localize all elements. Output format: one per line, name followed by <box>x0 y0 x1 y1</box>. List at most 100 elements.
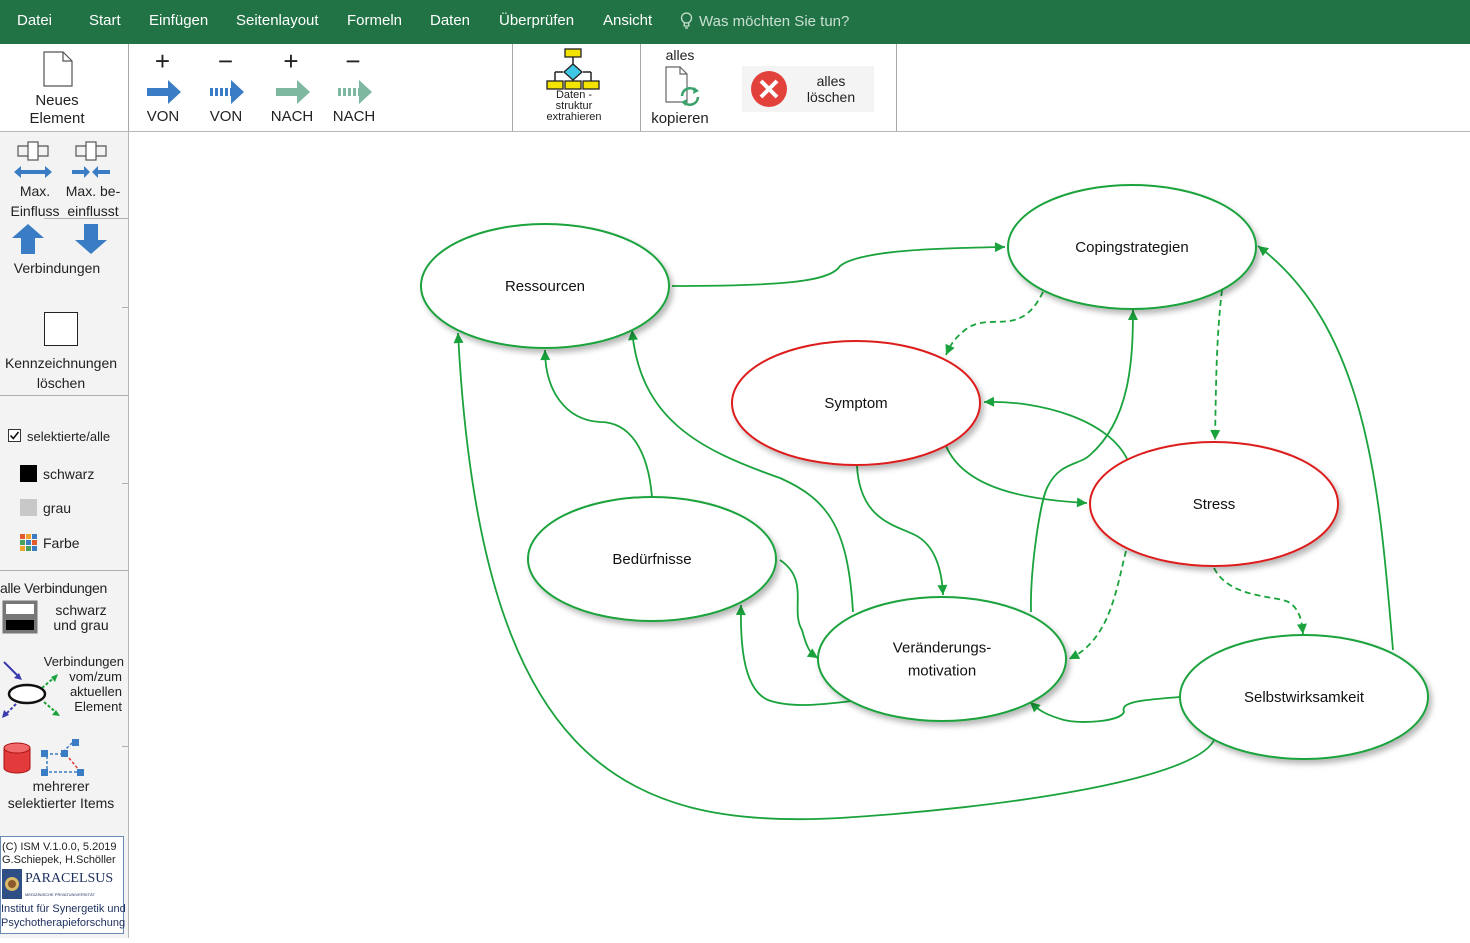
new-element-button[interactable]: Neues Element <box>0 44 128 131</box>
checkbox-checked-icon <box>8 429 21 442</box>
sidebar-separator <box>0 570 128 571</box>
multi-select-button[interactable]: mehrerer selektierter Items <box>0 736 126 812</box>
menu-ansicht[interactable]: Ansicht <box>603 12 652 29</box>
edge-arrowhead <box>1127 310 1138 321</box>
node-label: Copingstrategien <box>1075 239 1188 256</box>
institute-line-2: Psychotherapieforschung <box>1 917 126 929</box>
node-label: Selbstwirksamkeit <box>1244 689 1365 706</box>
menu-ueberpruefen[interactable]: Überprüfen <box>499 12 574 29</box>
node-symptom[interactable]: Symptom <box>731 340 981 466</box>
remove-incoming-button[interactable]: − VON <box>203 48 251 128</box>
current-element-connections-button[interactable]: Verbindungen vom/zum aktuellen Element <box>0 652 126 722</box>
von-label: VON <box>146 108 180 125</box>
edge-copingstrategien-to-symptom[interactable] <box>945 291 1044 356</box>
ribbon-separator <box>896 44 897 131</box>
add-outgoing-button[interactable]: + NACH <box>266 48 318 128</box>
node-copingstrategien[interactable]: Copingstrategien <box>1007 184 1257 310</box>
connections-up-button[interactable] <box>10 222 46 256</box>
sidebar-separator <box>44 218 128 219</box>
institute-line-1: Institut für Synergetik und <box>1 903 126 915</box>
add-incoming-button[interactable]: + VON <box>140 48 188 128</box>
selected-all-checkbox[interactable]: selektierte/alle <box>8 427 126 445</box>
edge-arrowhead <box>1297 623 1307 634</box>
menu-formeln[interactable]: Formeln <box>347 12 402 29</box>
edge-arrowhead <box>453 333 464 344</box>
arrow-right-green-dashed-icon <box>338 80 372 104</box>
new-element-label-1: Neues <box>35 92 79 109</box>
tell-me-text: Was möchten Sie tun? <box>699 13 850 30</box>
minus-sign: − <box>345 46 361 76</box>
edge-selbstwirksamkeit-to-copingstrategien[interactable] <box>1257 245 1394 651</box>
edge-symptom-to-stress[interactable] <box>945 445 1088 504</box>
black-gray-label-2: und grau <box>53 617 109 633</box>
max-influenced-button[interactable]: Max. be- einflusst <box>62 138 124 220</box>
edge-arrowhead <box>1030 702 1041 713</box>
max-influence-icon <box>14 141 52 178</box>
sidebar-separator <box>122 307 128 308</box>
color-multi-option[interactable]: Farbe <box>20 534 120 554</box>
delete-all-label-1: alles <box>816 73 846 89</box>
max-influenced-label-1: Max. be- <box>65 183 121 199</box>
current-element-label-4: Element <box>74 699 122 714</box>
remove-outgoing-button[interactable]: − NACH <box>328 48 380 128</box>
edge-stress-to-selbstwirksamkeit[interactable] <box>1213 567 1304 635</box>
arrow-down-icon <box>75 224 107 254</box>
edge-beduerfnisse-to-ressourcen[interactable] <box>544 349 653 498</box>
plus-sign: + <box>283 46 299 76</box>
edge-arrowhead <box>994 242 1005 253</box>
nach-label: NACH <box>332 108 376 125</box>
edge-veraenderungsmotivation-to-copingstrategien[interactable] <box>1030 309 1134 613</box>
nach-label: NACH <box>270 108 314 125</box>
sidebar: Max. Einfluss Max. be- einflusst Verbind… <box>0 132 129 938</box>
tell-me-search[interactable]: Was möchten Sie tun? <box>680 12 849 30</box>
minus-sign: − <box>217 46 234 76</box>
black-gray-button[interactable]: schwarz und grau <box>2 600 124 636</box>
node-label: Stress <box>1193 496 1236 513</box>
connections-down-button[interactable] <box>73 222 109 256</box>
edge-stress-to-veraenderungsmotivation[interactable] <box>1068 550 1127 660</box>
university-seal-icon <box>2 869 22 899</box>
edge-arrowhead <box>1069 649 1081 659</box>
logo-name: PARACELSUS <box>25 871 114 886</box>
edge-ressourcen-to-copingstrategien[interactable] <box>671 246 1006 287</box>
menu-start[interactable]: Start <box>89 12 121 29</box>
node-ressourcen[interactable]: Ressourcen <box>420 223 670 349</box>
credits-box: (C) ISM V.1.0.0, 5.2019 G.Schiepek, H.Sc… <box>0 836 126 934</box>
menu-datei[interactable]: Datei <box>17 12 52 29</box>
multi-select-label-1: mehrerer <box>32 778 90 794</box>
node-veraenderungsmotivation[interactable]: Veränderungs-motivation <box>817 596 1067 722</box>
black-gray-icon <box>2 600 38 634</box>
extract-structure-button[interactable]: Daten - struktur extrahieren <box>520 44 630 131</box>
credits-line-1: (C) ISM V.1.0.0, 5.2019 <box>2 841 117 853</box>
color-gray-option[interactable]: grau <box>20 499 120 519</box>
node-stress[interactable]: Stress <box>1089 441 1339 567</box>
copy-refresh-icon <box>665 66 700 106</box>
edge-copingstrategien-to-stress[interactable] <box>1214 289 1223 441</box>
clear-marks-button[interactable]: Kennzeichnungen löschen <box>0 310 124 394</box>
edge-beduerfnisse-to-veraenderungsmotivation[interactable] <box>779 559 819 659</box>
edge-selbstwirksamkeit-to-veraenderungsmotivation[interactable] <box>1029 696 1181 723</box>
diagram-canvas[interactable]: Ressourcen Copingstrategien Symptom Stress B… <box>129 132 1470 938</box>
arrow-up-icon <box>12 224 44 254</box>
edge-symptom-to-veraenderungsmotivation[interactable] <box>856 465 944 596</box>
arrow-right-blue-dashed-icon <box>210 80 244 104</box>
node-selbstwirksamkeit[interactable]: Selbstwirksamkeit <box>1179 634 1429 760</box>
node-label: Ressourcen <box>505 278 585 295</box>
new-element-label-2: Element <box>29 110 85 127</box>
delete-all-button[interactable]: alles löschen <box>742 66 874 112</box>
max-influence-button[interactable]: Max. Einfluss <box>4 138 64 220</box>
menu-einfuegen[interactable]: Einfügen <box>149 12 208 29</box>
arrow-right-blue-icon <box>147 80 181 104</box>
multi-select-label-2: selektierter Items <box>7 795 115 811</box>
copy-all-button[interactable]: alles kopieren <box>645 44 717 131</box>
edge-stress-to-symptom[interactable] <box>983 401 1129 462</box>
gray-swatch <box>20 499 37 516</box>
current-element-label-3: aktuellen <box>69 684 122 699</box>
sidebar-separator <box>0 395 128 396</box>
menu-daten[interactable]: Daten <box>430 12 470 29</box>
menu-seitenlayout[interactable]: Seitenlayout <box>236 12 319 29</box>
node-beduerfnisse[interactable]: Bedürfnisse <box>527 496 777 622</box>
edge-arrowhead <box>1076 497 1087 508</box>
color-black-option[interactable]: schwarz <box>20 465 120 485</box>
node-ellipse[interactable] <box>817 596 1067 722</box>
